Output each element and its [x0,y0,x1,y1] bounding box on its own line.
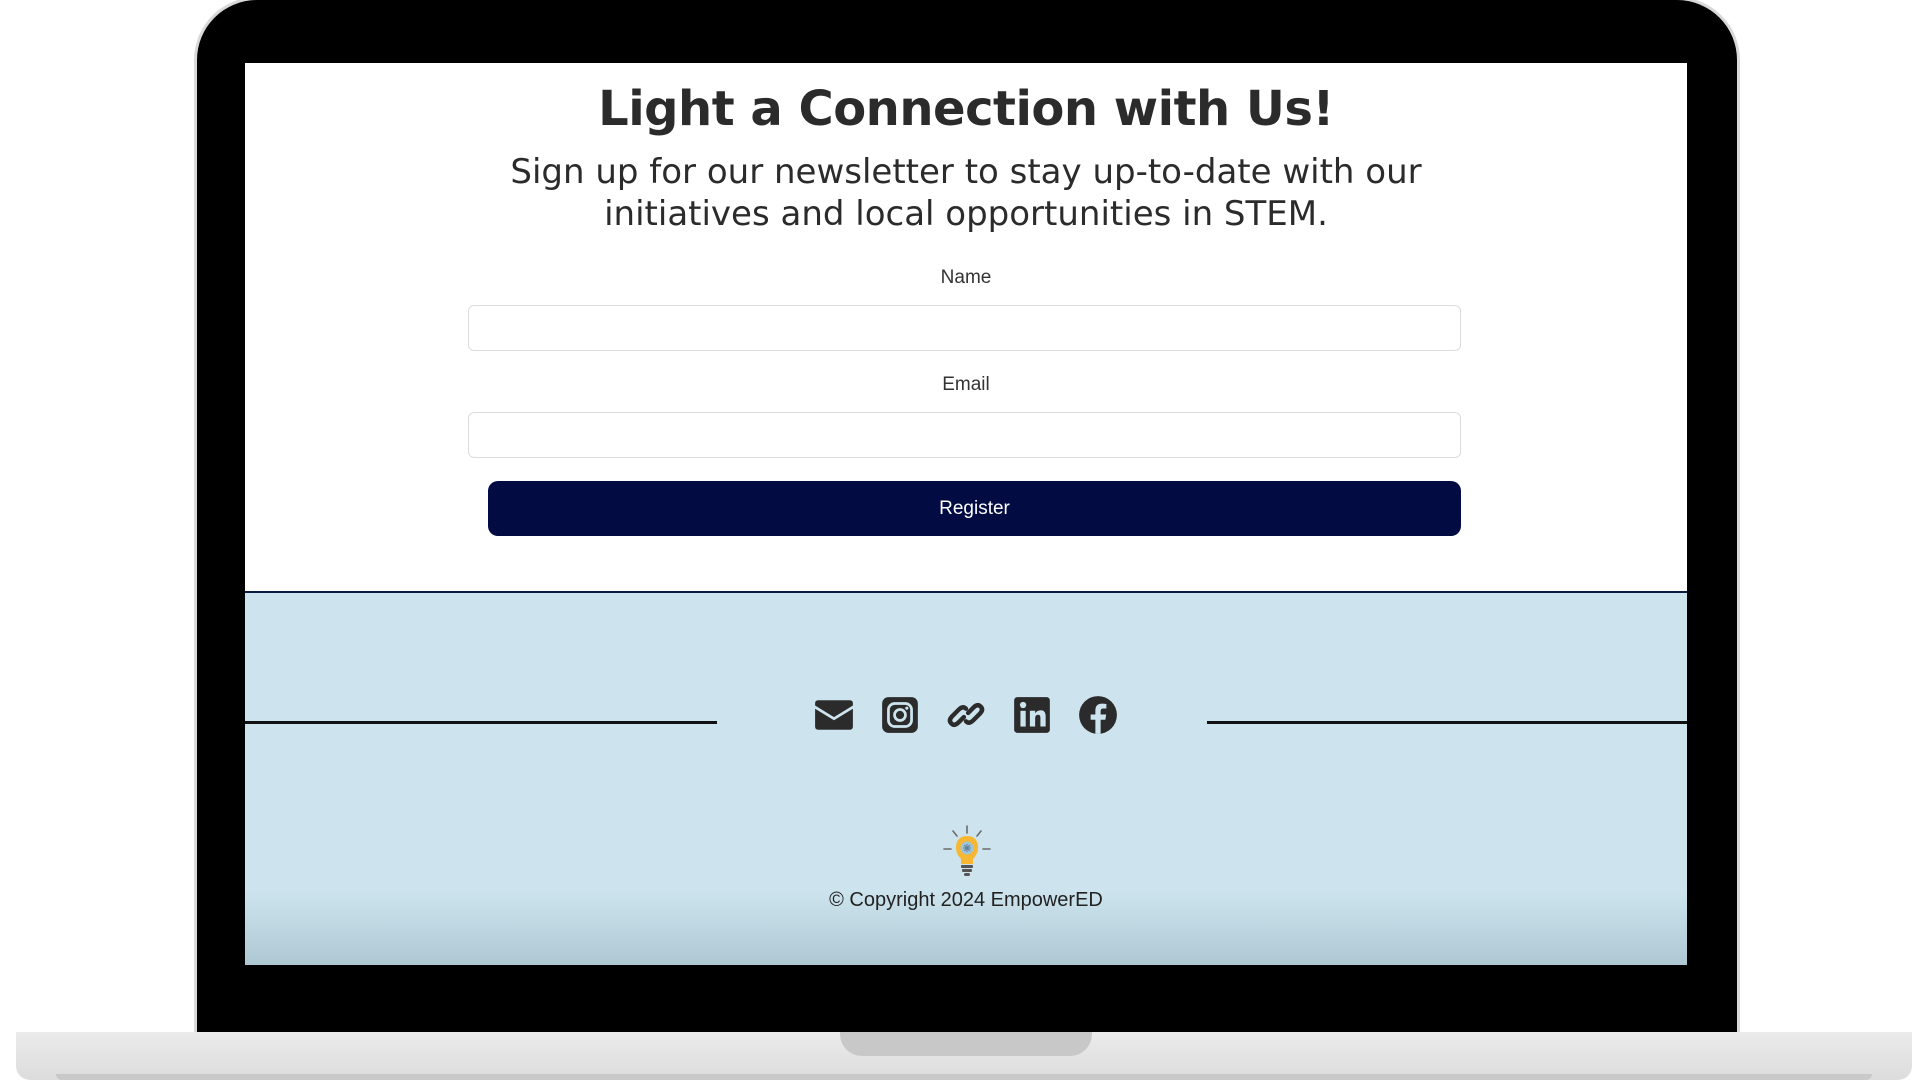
copyright-text: © Copyright 2024 EmpowerED [829,889,1103,911]
facebook-icon[interactable] [1076,693,1120,737]
laptop-base-edge [56,1074,1872,1080]
email-label: Email [942,374,990,395]
link-icon[interactable] [944,693,988,737]
register-button[interactable]: Register [488,481,1461,536]
email-field[interactable] [468,412,1461,458]
instagram-icon[interactable] [878,693,922,737]
laptop-notch [840,1032,1092,1056]
name-field[interactable] [468,305,1461,351]
laptop-mockup: Light a Connection with Us! Sign up for … [0,0,1920,1080]
envelope-icon[interactable] [812,693,856,737]
page-title: Light a Connection with Us! [598,81,1334,137]
laptop-screen: Light a Connection with Us! Sign up for … [245,63,1687,965]
newsletter-signup-section: Light a Connection with Us! Sign up for … [245,63,1687,591]
page-subtitle: Sign up for our newsletter to stay up-to… [510,152,1422,234]
site-footer: © Copyright 2024 EmpowerED [245,591,1687,965]
name-label: Name [940,267,992,288]
lightbulb-logo-icon [942,825,992,883]
linkedin-icon[interactable] [1010,693,1054,737]
social-links [245,693,1687,737]
